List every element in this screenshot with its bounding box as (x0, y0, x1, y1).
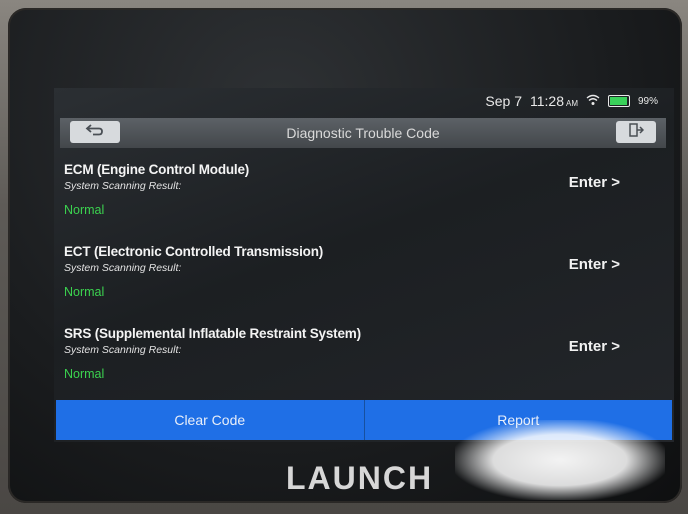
device-screen: Sep 7 11:28 AM 99% Diagnostic Trouble Cod… (54, 88, 674, 442)
system-status: Normal (64, 285, 105, 299)
battery-fill (609, 97, 627, 105)
am-pm-label: AM (565, 99, 578, 108)
enter-button[interactable]: Enter > (569, 256, 620, 273)
back-button[interactable] (70, 121, 120, 143)
status-bar: Sep 7 11:28 AM 99% (54, 88, 674, 114)
page-title: Diagnostic Trouble Code (286, 125, 440, 141)
list-item[interactable]: ECT (Electronic Controlled Transmission)… (64, 244, 664, 324)
list-item[interactable]: ECM (Engine Control Module) System Scann… (64, 162, 664, 242)
clear-code-button[interactable]: Clear Code (56, 400, 364, 440)
exit-button[interactable] (616, 121, 656, 143)
enter-button[interactable]: Enter > (569, 338, 620, 355)
status-date: Sep 7 (485, 93, 522, 109)
time-value: 11:28 (529, 93, 564, 109)
battery-icon (607, 95, 630, 107)
wifi-icon (586, 94, 600, 109)
status-right: Sep 7 11:28 AM 99% (485, 93, 658, 109)
list-item[interactable]: SRS (Supplemental Inflatable Restraint S… (64, 326, 664, 406)
enter-button[interactable]: Enter > (569, 174, 620, 191)
battery-percentage: 99% (637, 95, 658, 107)
title-bar: Diagnostic Trouble Code (60, 118, 666, 148)
system-list: ECM (Engine Control Module) System Scann… (64, 160, 664, 406)
system-status: Normal (64, 367, 105, 381)
status-time: 11:28 AM (530, 93, 578, 109)
light-glare (455, 420, 665, 500)
exit-icon (628, 123, 645, 141)
back-arrow-icon (85, 123, 105, 141)
system-status: Normal (64, 203, 105, 217)
brand-logo: LAUNCH (286, 460, 434, 496)
